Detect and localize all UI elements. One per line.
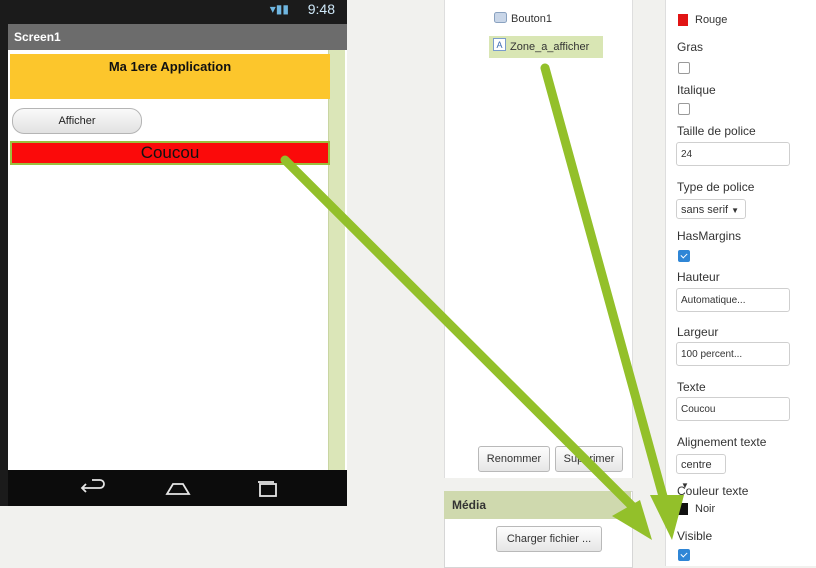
has-margins-label: HasMargins — [677, 229, 742, 243]
afficher-button[interactable]: Afficher — [12, 108, 142, 134]
tree-item-label: Bouton1 — [511, 13, 552, 25]
recent-apps-icon[interactable] — [252, 476, 282, 500]
visible-checkbox[interactable] — [678, 549, 690, 561]
width-label: Largeur — [677, 325, 719, 339]
text-align-label: Alignement texte — [677, 435, 767, 449]
background-color-value[interactable]: Rouge — [695, 14, 727, 26]
font-type-label: Type de police — [677, 180, 755, 194]
app-header-label[interactable]: Ma 1ere Application — [10, 54, 330, 99]
chevron-down-icon: ▼ — [731, 206, 740, 215]
app-title: Ma 1ere Application — [108, 59, 232, 74]
screen-title-bar: Screen1 — [8, 24, 347, 50]
media-title: Média — [452, 498, 487, 512]
screen-title: Screen1 — [14, 30, 61, 44]
font-size-input[interactable]: 24 — [676, 142, 790, 166]
background-color-swatch[interactable] — [678, 14, 688, 26]
font-size-label: Taille de police — [677, 124, 756, 138]
upload-file-button[interactable]: Charger fichier ... — [496, 526, 602, 552]
has-margins-checkbox[interactable] — [678, 250, 690, 262]
phone-status-bar: ▾▮▮ 9:48 — [8, 0, 347, 22]
text-color-swatch[interactable] — [678, 503, 688, 515]
visible-label: Visible — [677, 529, 713, 543]
svg-text:A: A — [496, 40, 502, 50]
signal-icon: ▾▮▮ — [269, 2, 289, 16]
text-color-value[interactable]: Noir — [695, 503, 715, 515]
text-align-value: centre — [681, 459, 712, 471]
italic-checkbox[interactable] — [678, 103, 690, 115]
screen-scrollbar[interactable] — [328, 50, 345, 470]
text-input[interactable]: Coucou — [676, 397, 790, 421]
tree-item-zone-a-afficher[interactable]: A Zone_a_afficher — [489, 36, 603, 58]
bold-checkbox[interactable] — [678, 62, 690, 74]
height-input[interactable]: Automatique... — [676, 288, 790, 312]
phone-nav-bar — [8, 470, 347, 506]
back-icon[interactable] — [78, 476, 108, 500]
width-input[interactable]: 100 percent... — [676, 342, 790, 366]
text-color-label: Couleur texte — [677, 484, 749, 498]
label-icon: A — [493, 38, 506, 51]
height-label: Hauteur — [677, 270, 720, 284]
button-icon — [494, 12, 507, 23]
status-clock: 9:48 — [307, 1, 335, 17]
font-type-select[interactable]: sans serif ▼ — [676, 199, 746, 219]
font-type-value: sans serif — [681, 204, 729, 216]
media-header: Média — [444, 491, 631, 519]
bold-label: Gras — [677, 40, 704, 54]
text-align-select[interactable]: centre ▼ — [676, 454, 726, 490]
italic-label: Italique — [677, 83, 716, 97]
home-icon[interactable] — [163, 476, 193, 500]
delete-button[interactable]: Supprimer — [555, 446, 623, 472]
zone-a-afficher-label[interactable]: Coucou — [10, 141, 330, 165]
text-label: Texte — [677, 380, 706, 394]
tree-item-label: Zone_a_afficher — [510, 41, 590, 53]
rename-button[interactable]: Renommer — [478, 446, 550, 472]
components-panel — [444, 0, 633, 478]
